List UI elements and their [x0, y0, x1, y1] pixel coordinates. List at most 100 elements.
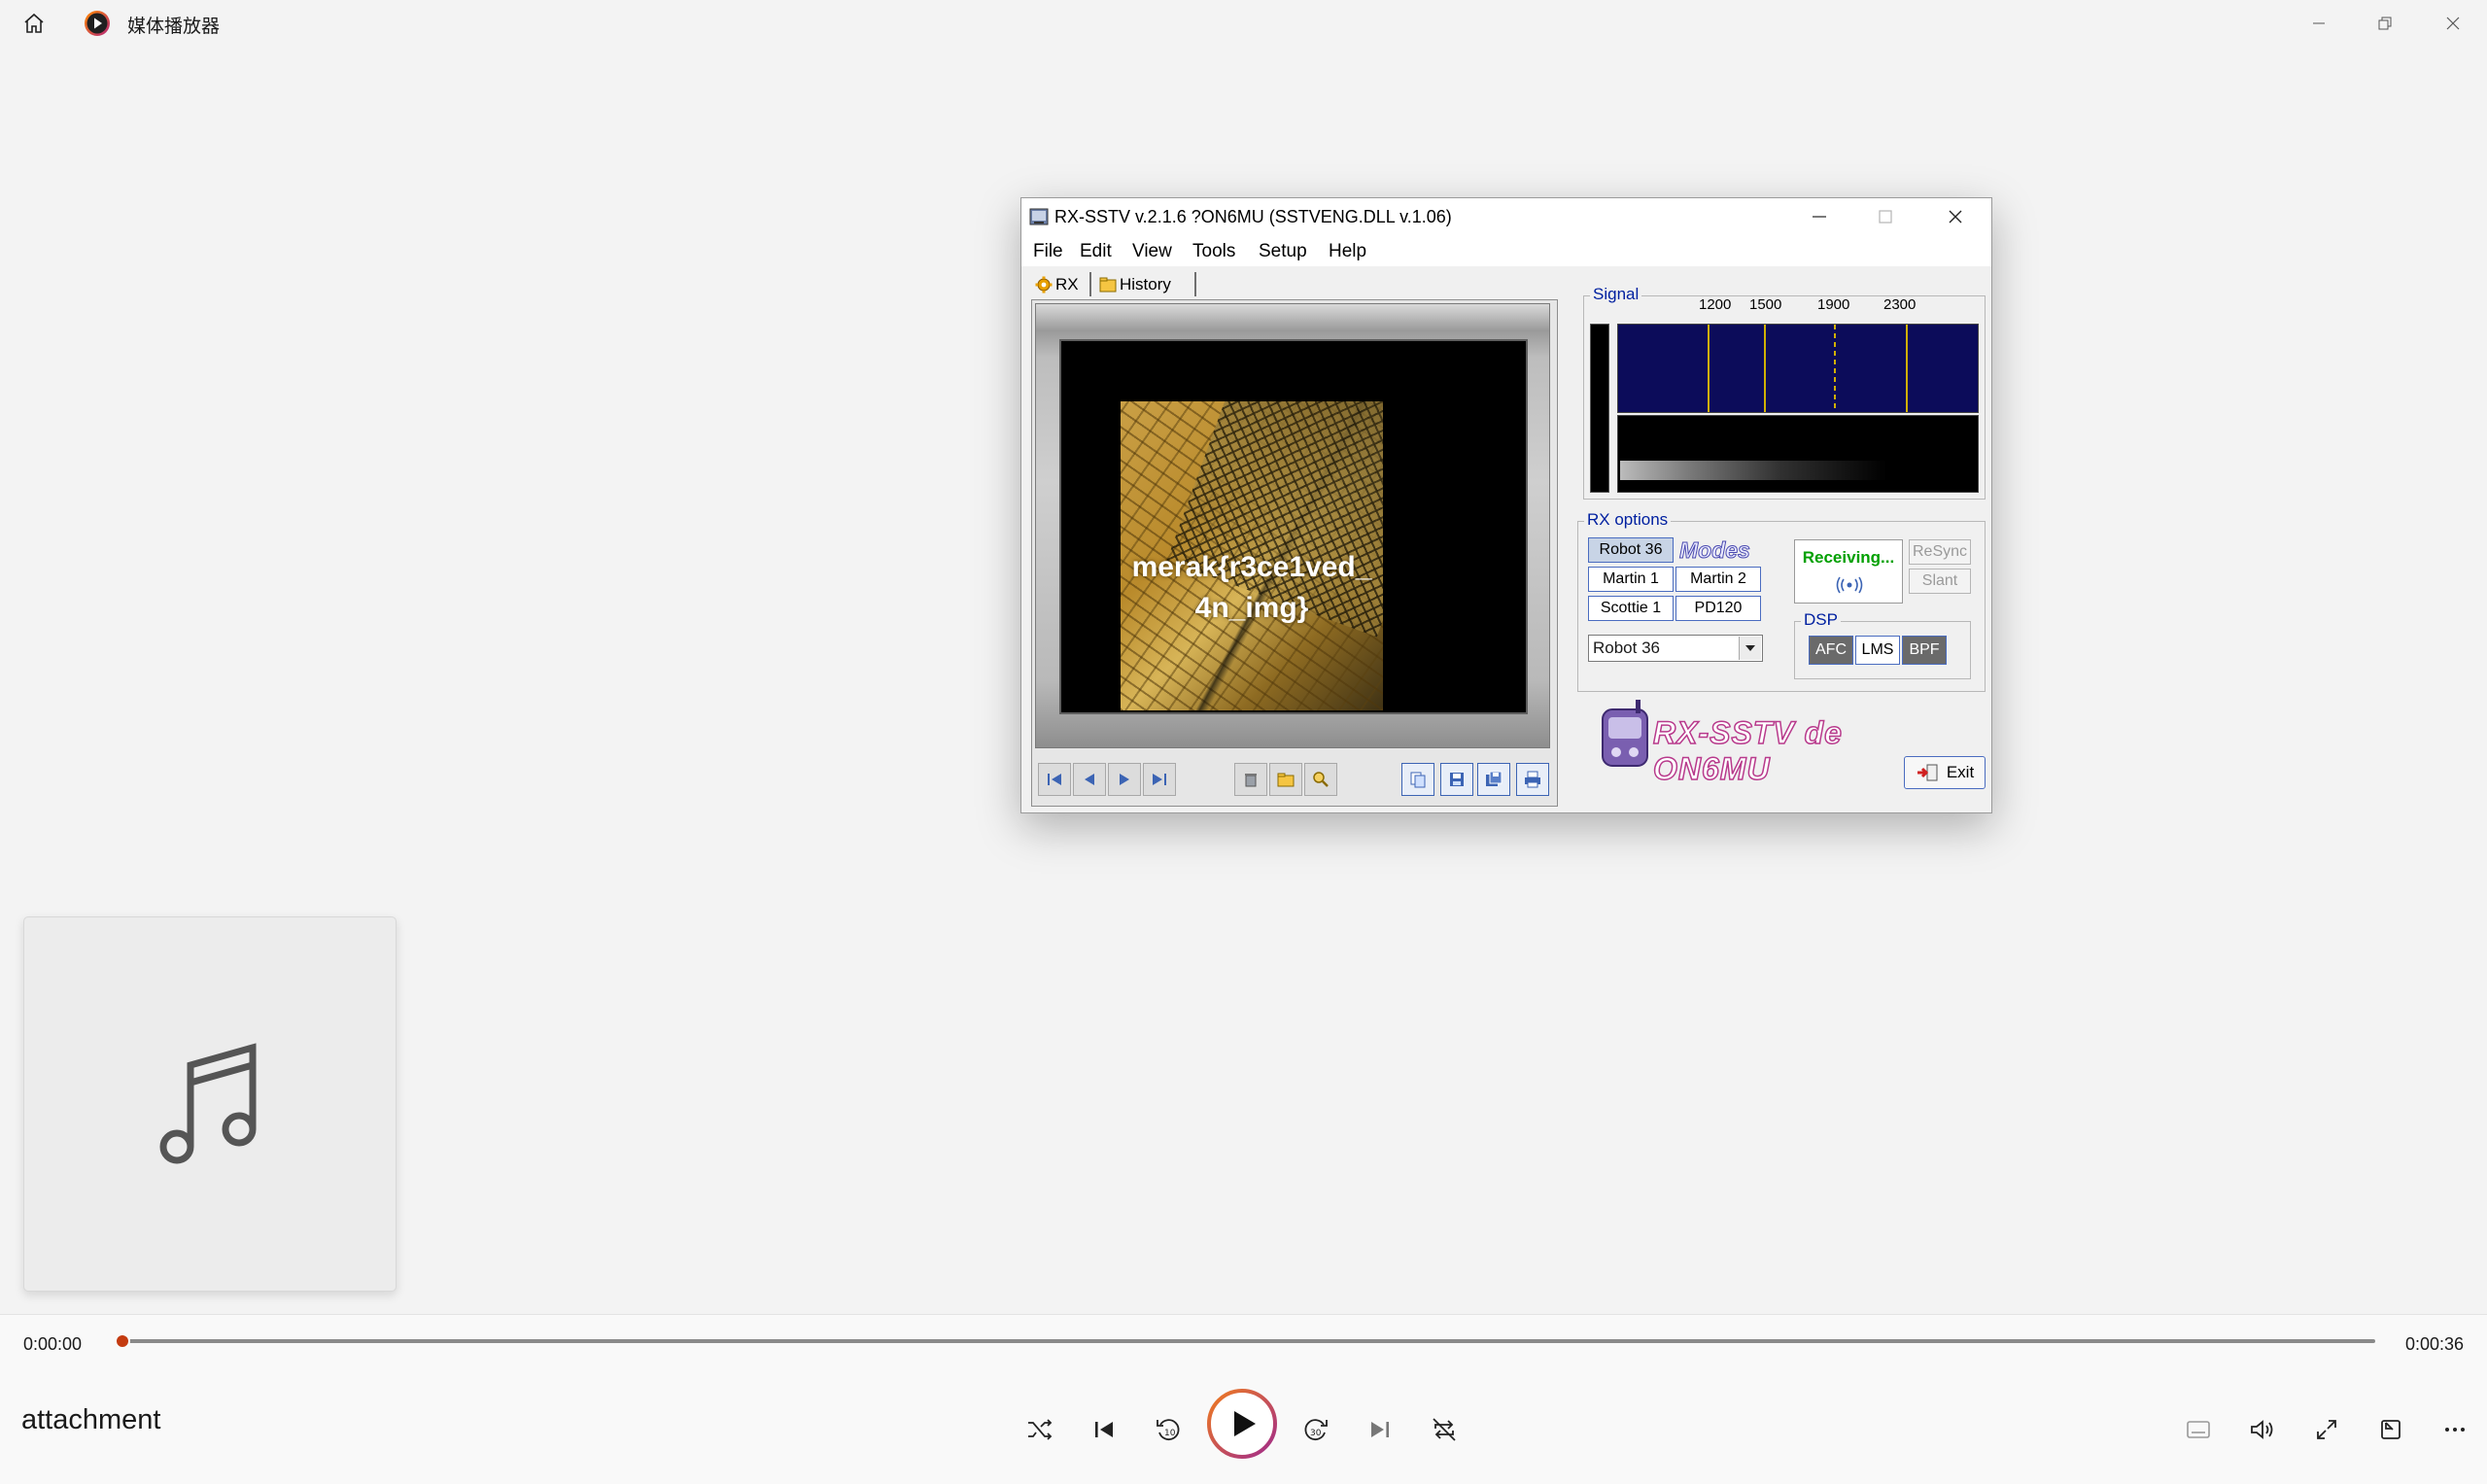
- print-image-button[interactable]: [1516, 763, 1549, 796]
- exit-button-label: Exit: [1946, 763, 1975, 781]
- music-note-icon: [159, 1043, 257, 1164]
- chevron-down-icon: [1745, 645, 1755, 651]
- mode-martin2-button[interactable]: Martin 2: [1675, 567, 1761, 592]
- save-icon: [1450, 773, 1464, 786]
- menu-file[interactable]: File: [1033, 241, 1063, 262]
- home-button[interactable]: [17, 8, 51, 39]
- freq-marker-1200: [1708, 325, 1710, 412]
- maximize-icon: [1879, 210, 1892, 224]
- dsp-bpf-button[interactable]: BPF: [1902, 636, 1947, 665]
- play-icon: [1207, 1389, 1277, 1459]
- prev-icon: [1085, 774, 1094, 785]
- forward-30-button[interactable]: 30: [1293, 1406, 1339, 1453]
- menu-setup[interactable]: Setup: [1259, 241, 1307, 262]
- svg-text:30: 30: [1310, 1429, 1322, 1438]
- close-icon: [2446, 17, 2460, 30]
- tab-history-label: History: [1120, 275, 1171, 293]
- play-button[interactable]: [1206, 1388, 1278, 1460]
- captions-button[interactable]: [2175, 1406, 2222, 1453]
- rx-close-button[interactable]: [1925, 198, 1986, 235]
- repeat-off-icon: [1433, 1418, 1456, 1441]
- fullscreen-button[interactable]: [2303, 1406, 2350, 1453]
- mode-robot36-button[interactable]: Robot 36: [1588, 537, 1674, 563]
- total-time: 0:00:36: [2404, 1334, 2464, 1354]
- gear-icon: [1035, 276, 1053, 293]
- first-image-button[interactable]: [1038, 763, 1071, 796]
- minimize-button[interactable]: [2290, 4, 2348, 43]
- copy-image-button[interactable]: [1401, 763, 1434, 796]
- rewind-10-button[interactable]: 10: [1145, 1406, 1192, 1453]
- mini-player-button[interactable]: [2367, 1406, 2414, 1453]
- restore-button[interactable]: [2356, 4, 2414, 43]
- captions-icon: [2187, 1421, 2210, 1438]
- close-button[interactable]: [2424, 4, 2482, 43]
- delete-image-button[interactable]: [1234, 763, 1267, 796]
- freq-label-1900: 1900: [1817, 296, 1850, 313]
- rx-sstv-logo-text: RX-SSTV de ON6MU: [1652, 714, 1843, 787]
- menu-help[interactable]: Help: [1329, 241, 1366, 262]
- tab-separator: [1194, 272, 1196, 296]
- receive-status-text: Receiving...: [1802, 548, 1895, 567]
- printer-icon: [1525, 771, 1540, 788]
- tab-history[interactable]: History: [1099, 273, 1171, 296]
- save-as-button[interactable]: [1477, 763, 1510, 796]
- resync-button[interactable]: ReSync: [1909, 539, 1971, 565]
- next-image-button[interactable]: [1108, 763, 1141, 796]
- image-frame: merak{r3ce1ved_ 4n_img}: [1035, 303, 1550, 748]
- dsp-lms-button[interactable]: LMS: [1855, 636, 1900, 665]
- menu-edit[interactable]: Edit: [1080, 241, 1112, 262]
- signal-level-meter: [1590, 324, 1609, 493]
- image-viewport: merak{r3ce1ved_ 4n_img}: [1059, 339, 1528, 714]
- zoom-button[interactable]: [1304, 763, 1337, 796]
- previous-track-button[interactable]: [1081, 1406, 1127, 1453]
- tab-separator: [1089, 272, 1091, 296]
- slant-button[interactable]: Slant: [1909, 569, 1971, 594]
- app-titlebar: 媒体播放器: [0, 0, 2487, 47]
- seek-bar[interactable]: [122, 1339, 2375, 1343]
- skip-last-icon: [1153, 774, 1166, 785]
- mode-pd120-button[interactable]: PD120: [1675, 596, 1761, 621]
- image-toolbar: [1032, 751, 1557, 806]
- magnifier-icon: [1313, 772, 1329, 787]
- volume-button[interactable]: [2239, 1406, 2286, 1453]
- dsp-afc-button[interactable]: AFC: [1809, 636, 1853, 665]
- exit-door-icon: [1917, 764, 1938, 781]
- freq-marker-1500: [1764, 325, 1766, 412]
- svg-text:10: 10: [1164, 1429, 1176, 1438]
- close-icon: [1949, 210, 1962, 224]
- freq-label-2300: 2300: [1883, 296, 1917, 313]
- mode-select[interactable]: Robot 36: [1588, 635, 1763, 662]
- seek-thumb[interactable]: [115, 1333, 130, 1349]
- rx-minimize-button[interactable]: [1789, 198, 1849, 235]
- rx-options-label: RX options: [1584, 510, 1672, 530]
- next-icon: [1120, 774, 1129, 785]
- menu-view[interactable]: View: [1132, 241, 1172, 262]
- receive-status-box: Receiving...: [1794, 539, 1903, 604]
- fullscreen-icon: [2317, 1420, 2336, 1439]
- rx-maximize-button[interactable]: [1855, 198, 1916, 235]
- rx-sstv-title: RX-SSTV v.2.1.6 ?ON6MU (SSTVENG.DLL v.1.…: [1054, 207, 1452, 226]
- save-image-button[interactable]: [1440, 763, 1473, 796]
- exit-button[interactable]: Exit: [1904, 756, 1986, 789]
- freq-label-1200: 1200: [1699, 296, 1732, 313]
- mode-select-value: Robot 36: [1593, 638, 1660, 657]
- waterfall-display: [1617, 415, 1979, 493]
- mode-scottie1-button[interactable]: Scottie 1: [1588, 596, 1674, 621]
- more-options-button[interactable]: [2432, 1406, 2478, 1453]
- prev-image-button[interactable]: [1073, 763, 1106, 796]
- folder-image-icon: [1099, 277, 1117, 293]
- shuffle-button[interactable]: [1017, 1406, 1063, 1453]
- mode-martin1-button[interactable]: Martin 1: [1588, 567, 1674, 592]
- next-track-button[interactable]: [1357, 1406, 1403, 1453]
- rx-sstv-window[interactable]: RX-SSTV v.2.1.6 ?ON6MU (SSTVENG.DLL v.1.…: [1020, 197, 1992, 813]
- current-time: 0:00:00: [23, 1334, 83, 1354]
- tab-rx[interactable]: RX: [1035, 273, 1079, 296]
- last-image-button[interactable]: [1143, 763, 1176, 796]
- mode-select-arrow[interactable]: [1739, 637, 1761, 660]
- open-folder-button[interactable]: [1269, 763, 1302, 796]
- rx-sstv-titlebar[interactable]: RX-SSTV v.2.1.6 ?ON6MU (SSTVENG.DLL v.1.…: [1021, 198, 1991, 235]
- signal-group: Signal 1200 1500 1900 2300: [1583, 285, 1986, 500]
- menu-tools[interactable]: Tools: [1192, 241, 1235, 262]
- repeat-button[interactable]: [1421, 1406, 1468, 1453]
- home-icon: [24, 13, 44, 33]
